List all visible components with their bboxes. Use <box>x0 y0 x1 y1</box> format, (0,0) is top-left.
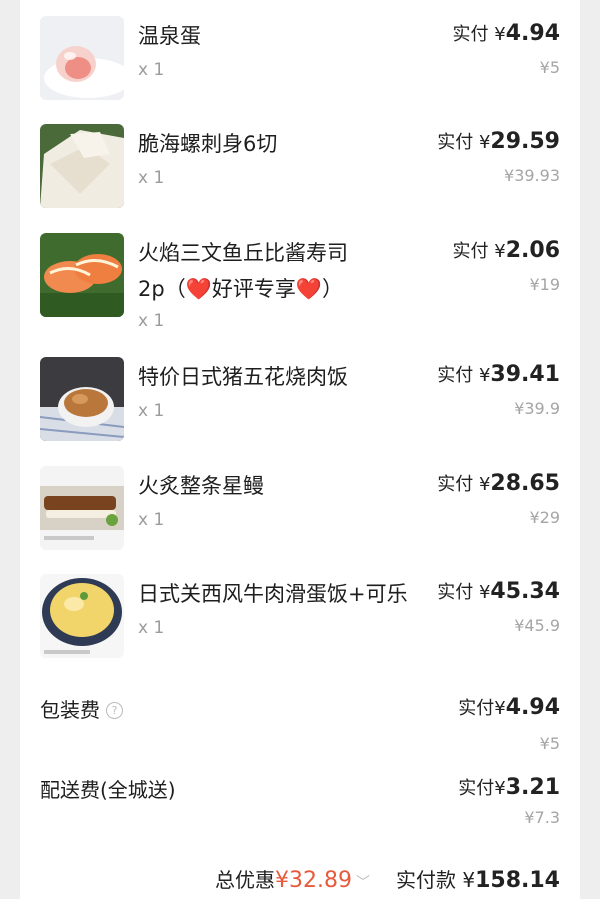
item-name: 脆海螺刺身6切 <box>138 132 278 156</box>
paid-value: 158.14 <box>475 868 560 893</box>
item-original-price: ¥45.9 <box>514 616 560 635</box>
chevron-down-icon: ﹀ <box>356 875 370 891</box>
item-quantity: x 1 <box>138 618 165 638</box>
order-total-summary: 总优惠¥32.89 ﹀ 实付款 ¥158.14 <box>40 862 560 896</box>
item-quantity: x 1 <box>138 311 165 331</box>
item-name: 日式关西风牛肉滑蛋饭+可乐 <box>138 582 408 606</box>
discount-value: ¥32.89 <box>275 868 352 893</box>
total-paid: 实付款 ¥158.14 <box>396 868 560 893</box>
list-item[interactable]: 特价日式猪五花烧肉饭 x 1 实付 ¥39.41 ¥39.9 <box>40 357 560 457</box>
item-quantity: x 1 <box>138 510 165 530</box>
item-thumbnail <box>40 574 124 658</box>
item-name: 火焰三文鱼丘比酱寿司 <box>138 241 348 265</box>
fee-paid-price: 实付¥4.94 <box>458 695 560 720</box>
item-quantity: x 1 <box>138 401 165 421</box>
item-name: 火炙整条星鳗 <box>138 474 264 498</box>
item-thumbnail <box>40 233 124 317</box>
item-thumbnail <box>40 16 124 100</box>
item-paid-price: 实付 ¥45.34 <box>437 579 560 604</box>
list-item[interactable]: 火焰三文鱼丘比酱寿司 2p（❤️好评专享❤️） x 1 实付 ¥2.06 ¥19 <box>40 233 560 343</box>
item-name: 特价日式猪五花烧肉饭 <box>138 365 348 389</box>
item-name: 温泉蛋 <box>138 24 201 48</box>
total-discount[interactable]: 总优惠¥32.89 ﹀ <box>215 864 370 893</box>
delivery-fee-row: 配送费(全城送) 实付¥3.21 ¥7.3 <box>40 774 560 838</box>
list-item[interactable]: 温泉蛋 x 1 实付 ¥4.94 ¥5 <box>40 16 560 116</box>
question-circle-icon[interactable]: ? <box>106 702 123 719</box>
fee-label: 包装费 <box>40 698 100 722</box>
item-thumbnail <box>40 466 124 550</box>
item-paid-price: 实付 ¥2.06 <box>452 238 560 263</box>
item-original-price: ¥5 <box>539 58 560 77</box>
fee-label: 配送费(全城送) <box>40 778 176 802</box>
fee-original-price: ¥7.3 <box>524 808 560 827</box>
item-thumbnail <box>40 124 124 208</box>
item-paid-price: 实付 ¥39.41 <box>437 362 560 387</box>
item-paid-price: 实付 ¥29.59 <box>437 129 560 154</box>
order-detail-card: 温泉蛋 x 1 实付 ¥4.94 ¥5 脆海螺刺身6切 x 1 实付 ¥29.5… <box>20 0 580 899</box>
item-paid-price: 实付 ¥28.65 <box>437 471 560 496</box>
packaging-fee-row: 包装费? 实付¥4.94 ¥5 <box>40 694 560 758</box>
item-original-price: ¥39.93 <box>504 166 560 185</box>
item-original-price: ¥29 <box>529 508 560 527</box>
list-item[interactable]: 脆海螺刺身6切 x 1 实付 ¥29.59 ¥39.93 <box>40 124 560 224</box>
list-item[interactable]: 火炙整条星鳗 x 1 实付 ¥28.65 ¥29 <box>40 466 560 566</box>
list-item[interactable]: 日式关西风牛肉滑蛋饭+可乐 x 1 实付 ¥45.34 ¥45.9 <box>40 574 560 674</box>
fee-paid-price: 实付¥3.21 <box>458 775 560 800</box>
item-thumbnail <box>40 357 124 441</box>
item-paid-price: 实付 ¥4.94 <box>452 21 560 46</box>
item-name-line2: 2p（❤️好评专享❤️） <box>138 277 343 301</box>
item-original-price: ¥39.9 <box>514 399 560 418</box>
item-quantity: x 1 <box>138 60 165 80</box>
item-original-price: ¥19 <box>529 275 560 294</box>
fee-original-price: ¥5 <box>539 734 560 753</box>
item-quantity: x 1 <box>138 168 165 188</box>
